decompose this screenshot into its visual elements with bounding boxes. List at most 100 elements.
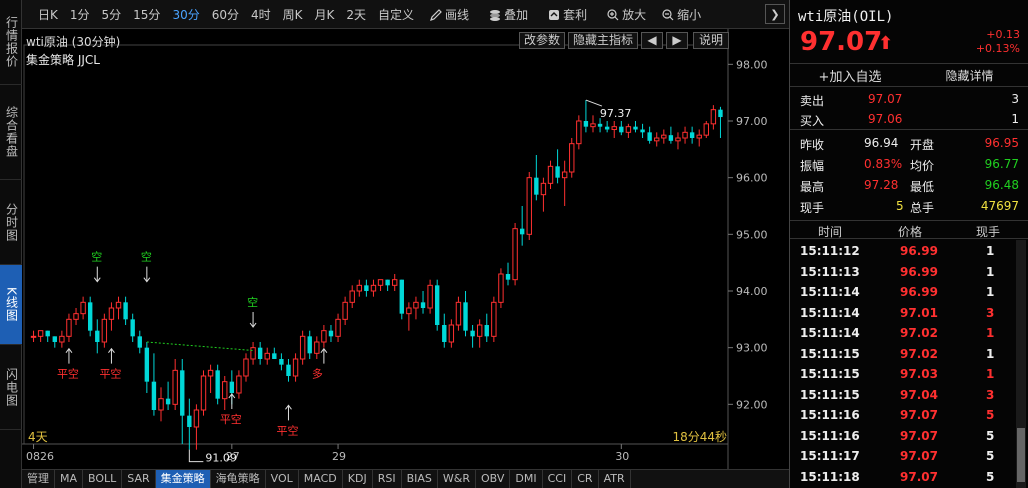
- ind-tab-jjcl[interactable]: 集金策略: [155, 470, 211, 488]
- period-4h[interactable]: 4时: [245, 6, 277, 23]
- y-tick-label: 96.00: [736, 172, 768, 185]
- x-tick-label: 0826: [26, 450, 54, 463]
- ind-tab-vol[interactable]: VOL: [266, 470, 299, 488]
- signal-label: 平空: [276, 423, 298, 437]
- period-2d[interactable]: 2天: [340, 6, 372, 23]
- ind-tab-manage[interactable]: 管理: [22, 470, 55, 488]
- table-row: 15:11:12 96.99 1: [790, 241, 1015, 262]
- ticks-scrollbar[interactable]: [1016, 240, 1026, 488]
- period-week[interactable]: 周K: [277, 6, 309, 23]
- change-percent: +0.13%: [975, 42, 1020, 55]
- signal-arrow-icon: [249, 312, 257, 328]
- signal-label: 空: [141, 250, 152, 264]
- help-button[interactable]: 说明: [693, 32, 729, 49]
- vtab-timeshare[interactable]: 分时图: [0, 180, 22, 265]
- stat-row: 振幅 0.83% 均价 96.77: [790, 154, 1028, 175]
- candle-body: [59, 335, 65, 343]
- candle-body: [180, 370, 185, 416]
- ind-tab-bias[interactable]: BIAS: [402, 470, 438, 488]
- candle-body: [80, 301, 86, 315]
- period-day[interactable]: 日K: [22, 6, 64, 23]
- tick-qty: 5: [986, 469, 995, 484]
- zoom-out-button[interactable]: 缩小: [652, 6, 707, 23]
- signal-arrow-icon: [285, 404, 292, 421]
- signal-label: 空: [247, 295, 258, 309]
- candle-body: [328, 330, 334, 337]
- collapse-panel-button[interactable]: ❯: [765, 4, 785, 24]
- candle-body: [590, 123, 596, 128]
- scroll-left-button[interactable]: ◀: [641, 32, 663, 49]
- zoom-in-icon: [607, 8, 619, 20]
- candle-body: [647, 132, 652, 141]
- hide-details-button[interactable]: 隐藏详情: [910, 67, 1028, 84]
- tick-time: 15:11:15: [800, 367, 860, 381]
- candle-body: [264, 352, 270, 360]
- ind-tab-ma[interactable]: MA: [55, 470, 84, 488]
- period-month[interactable]: 月K: [309, 6, 341, 23]
- up-arrow-icon: ⬆: [878, 33, 894, 54]
- tick-qty: 3: [986, 387, 995, 402]
- hide-main-indicator-button[interactable]: 隐藏主指标: [568, 32, 638, 49]
- candle-body: [236, 375, 242, 394]
- candle-body: [207, 369, 214, 377]
- period-5m[interactable]: 5分: [96, 6, 128, 23]
- period-60m[interactable]: 60分: [206, 6, 245, 23]
- vtab-kline[interactable]: K线图: [0, 265, 22, 345]
- table-row: 15:11:15 97.02 1: [790, 344, 1015, 365]
- edit-params-button[interactable]: 改参数: [519, 32, 565, 49]
- signal-label: 多: [312, 367, 323, 381]
- low-marker-label: 91.09: [205, 452, 237, 465]
- instrument-name: wti原油(OIL): [798, 9, 894, 25]
- period-1m[interactable]: 1分: [64, 6, 96, 23]
- draw-line-button[interactable]: 画线: [420, 6, 475, 23]
- ind-tab-cr[interactable]: CR: [572, 470, 599, 488]
- ind-tab-atr[interactable]: ATR: [599, 470, 631, 488]
- candle-body: [314, 341, 320, 354]
- vtab-quote[interactable]: 行情报价: [0, 0, 22, 85]
- scrollbar-thumb[interactable]: [1017, 428, 1025, 482]
- candle-body: [448, 324, 455, 343]
- ind-tab-dmi[interactable]: DMI: [510, 470, 543, 488]
- ind-tab-obv[interactable]: OBV: [476, 470, 511, 488]
- period-custom[interactable]: 自定义: [372, 6, 420, 23]
- candle-body: [370, 284, 377, 292]
- tick-time: 15:11:12: [800, 244, 860, 258]
- candle-body: [619, 126, 624, 133]
- ind-tab-boll[interactable]: BOLL: [83, 470, 123, 488]
- ind-tab-turtle[interactable]: 海龟策略: [211, 470, 266, 488]
- stat-label: 最高: [800, 180, 825, 194]
- tick-price: 97.03: [900, 367, 938, 381]
- candle-body: [250, 347, 256, 360]
- signal-label: 空: [91, 250, 102, 264]
- ind-tab-kdj[interactable]: KDJ: [343, 470, 373, 488]
- candle-body: [342, 301, 348, 320]
- kline-chart[interactable]: 98.00 97.00 96.00 95.00 94.00 93.00 92.00 0826 2…: [22, 29, 789, 469]
- ind-tab-sar[interactable]: SAR: [122, 470, 156, 488]
- ticks-header: 时间 价格 现手: [790, 220, 1028, 239]
- ind-tab-cci[interactable]: CCI: [543, 470, 573, 488]
- candle-body: [165, 398, 171, 405]
- y-tick-label: 93.00: [736, 342, 768, 355]
- left-vertical-tabs: 行情报价 综合看盘 分时图 K线图 闪电图: [0, 0, 22, 488]
- period-30m[interactable]: 30分: [166, 6, 205, 23]
- ind-tab-wr[interactable]: W&R: [438, 470, 476, 488]
- tick-qty: 1: [986, 264, 995, 279]
- candle-body: [229, 381, 235, 393]
- period-15m[interactable]: 15分: [127, 6, 166, 23]
- vtab-overview[interactable]: 综合看盘: [0, 85, 22, 180]
- zoom-in-button[interactable]: 放大: [593, 6, 652, 23]
- scroll-right-button[interactable]: ▶: [666, 32, 688, 49]
- tick-price: 97.04: [900, 387, 938, 402]
- days-label: 4天: [28, 430, 48, 444]
- ind-tab-macd[interactable]: MACD: [299, 470, 343, 488]
- add-watchlist-button[interactable]: +加入自选: [790, 66, 910, 85]
- table-row: 15:11:14 97.02 1: [790, 323, 1015, 344]
- arbitrage-button[interactable]: 套利: [534, 6, 593, 23]
- vtab-flash[interactable]: 闪电图: [0, 345, 22, 430]
- tick-time: 15:11:16: [800, 428, 860, 443]
- candle-body: [286, 364, 291, 376]
- overlay-button[interactable]: 叠加: [475, 6, 534, 23]
- candle-body: [434, 285, 440, 325]
- sell-qty: 3: [1011, 92, 1019, 106]
- ind-tab-rsi[interactable]: RSI: [373, 470, 402, 488]
